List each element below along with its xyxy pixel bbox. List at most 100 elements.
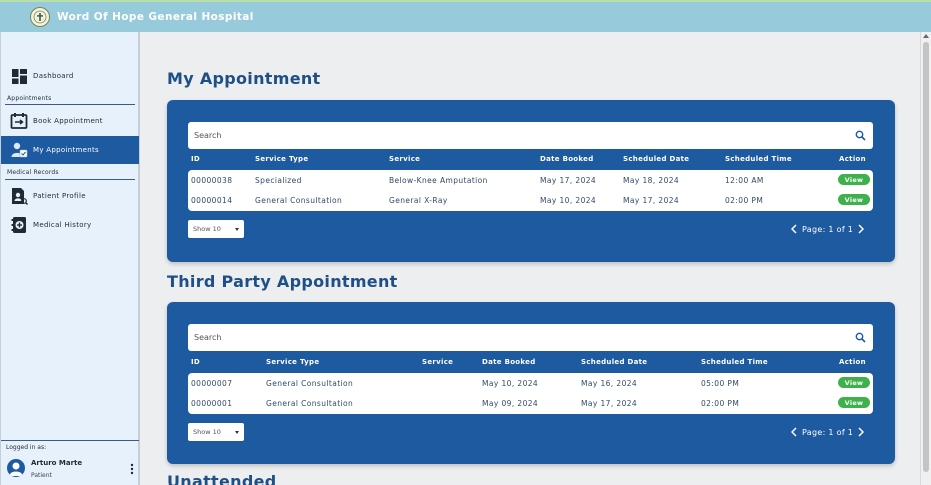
sidebar-footer: Logged in as: Arturo Marte Patient bbox=[1, 440, 139, 485]
column-header-date-booked: Date Booked bbox=[540, 155, 594, 163]
cell-service: Below-Knee Amputation bbox=[389, 176, 488, 185]
section-label-appointments: Appointments bbox=[7, 95, 52, 102]
search-icon[interactable] bbox=[855, 130, 866, 141]
column-header-service: Service bbox=[389, 155, 421, 163]
section-label-medical-records: Medical Records bbox=[7, 169, 59, 176]
cell-date-booked: May 10, 2024 bbox=[540, 196, 597, 205]
column-header-scheduled-date: Scheduled Date bbox=[623, 155, 690, 163]
cell-scheduled-time: 05:00 PM bbox=[701, 379, 740, 388]
cell-service-type: General Consultation bbox=[266, 379, 354, 388]
column-header-service-type: Service Type bbox=[255, 155, 309, 163]
cell-id: 00000014 bbox=[191, 196, 233, 205]
book-appointment-icon bbox=[10, 112, 28, 130]
third-party-search[interactable] bbox=[188, 324, 873, 351]
show-entries-select[interactable]: Show 10 bbox=[188, 220, 244, 238]
chevron-right-icon[interactable] bbox=[856, 426, 866, 438]
chevron-left-icon[interactable] bbox=[789, 223, 799, 235]
hospital-logo-icon bbox=[30, 7, 50, 27]
cell-scheduled-time: 02:00 PM bbox=[725, 196, 764, 205]
sidebar-item-patient-profile[interactable]: Patient Profile bbox=[1, 182, 139, 210]
sidebar-item-medical-history[interactable]: Medical History bbox=[1, 211, 139, 239]
page-indicator: Page: 1 of 1 bbox=[802, 224, 854, 234]
show-entries-value: Show 10 bbox=[193, 428, 221, 436]
section-title-unattended: Unattended bbox=[167, 472, 277, 485]
column-header-action: Action bbox=[839, 155, 866, 163]
sidebar-item-label: Medical History bbox=[33, 221, 92, 229]
cell-scheduled-time: 12:00 AM bbox=[725, 176, 764, 185]
table-row: 00000038 Specialized Below-Knee Amputati… bbox=[188, 170, 873, 190]
sidebar-item-my-appointments[interactable]: My Appointments bbox=[1, 136, 139, 164]
cell-service-type: Specialized bbox=[255, 176, 302, 185]
pagination: Page: 1 of 1 bbox=[789, 426, 866, 438]
section-title-third-party-appointment: Third Party Appointment bbox=[167, 272, 398, 291]
table-row: 00000001 General Consultation May 09, 20… bbox=[188, 393, 873, 413]
view-button[interactable]: View bbox=[838, 377, 870, 388]
pagination: Page: 1 of 1 bbox=[789, 223, 866, 235]
cell-date-booked: May 17, 2024 bbox=[540, 176, 597, 185]
my-appointments-icon bbox=[10, 141, 28, 159]
top-bar: Word Of Hope General Hospital bbox=[0, 0, 931, 32]
section-divider bbox=[5, 179, 135, 180]
column-header-scheduled-time: Scheduled Time bbox=[701, 358, 768, 366]
cell-scheduled-date: May 17, 2024 bbox=[623, 196, 680, 205]
table-header: ID Service Type Service Date Booked Sche… bbox=[188, 358, 873, 372]
column-header-scheduled-date: Scheduled Date bbox=[581, 358, 648, 366]
column-header-id: ID bbox=[191, 358, 201, 366]
column-header-service: Service bbox=[422, 358, 454, 366]
cell-id: 00000038 bbox=[191, 176, 233, 185]
app-title: Word Of Hope General Hospital bbox=[57, 11, 254, 23]
page-indicator: Page: 1 of 1 bbox=[802, 427, 854, 437]
user-name: Arturo Marte bbox=[31, 459, 83, 467]
search-icon[interactable] bbox=[855, 332, 866, 343]
view-button[interactable]: View bbox=[838, 397, 870, 408]
cell-date-booked: May 10, 2024 bbox=[482, 379, 539, 388]
show-entries-select[interactable]: Show 10 bbox=[188, 423, 244, 441]
table-row: 00000007 General Consultation May 10, 20… bbox=[188, 373, 873, 393]
user-role: Patient bbox=[31, 472, 52, 479]
cell-scheduled-date: May 18, 2024 bbox=[623, 176, 680, 185]
sidebar-item-book-appointment[interactable]: Book Appointment bbox=[1, 107, 139, 135]
table-body: 00000007 General Consultation May 10, 20… bbox=[188, 373, 873, 414]
logged-in-label: Logged in as: bbox=[6, 444, 47, 451]
cell-service: General X-Ray bbox=[389, 196, 448, 205]
scroll-up-arrow-icon[interactable] bbox=[923, 34, 929, 38]
patient-profile-icon bbox=[10, 187, 28, 205]
chevron-right-icon[interactable] bbox=[856, 223, 866, 235]
table-body: 00000038 Specialized Below-Knee Amputati… bbox=[188, 170, 873, 211]
section-title-my-appointment: My Appointment bbox=[167, 69, 321, 88]
sidebar-item-label: Book Appointment bbox=[33, 117, 103, 125]
cell-scheduled-date: May 16, 2024 bbox=[581, 379, 638, 388]
chevron-left-icon[interactable] bbox=[789, 426, 799, 438]
cell-id: 00000007 bbox=[191, 379, 233, 388]
user-avatar-icon bbox=[7, 459, 25, 477]
column-header-date-booked: Date Booked bbox=[482, 358, 536, 366]
column-header-service-type: Service Type bbox=[266, 358, 320, 366]
page-scrollbar[interactable] bbox=[920, 32, 931, 485]
kebab-menu-icon[interactable] bbox=[129, 463, 135, 475]
sidebar-item-label: My Appointments bbox=[33, 146, 99, 154]
search-input[interactable] bbox=[194, 131, 834, 140]
cell-service-type: General Consultation bbox=[266, 399, 354, 408]
column-header-id: ID bbox=[191, 155, 201, 163]
my-appointment-card: ID Service Type Service Date Booked Sche… bbox=[167, 100, 895, 262]
cell-service-type: General Consultation bbox=[255, 196, 343, 205]
my-appointment-search[interactable] bbox=[188, 122, 873, 149]
table-header: ID Service Type Service Date Booked Sche… bbox=[188, 155, 873, 169]
dashboard-icon bbox=[10, 67, 28, 85]
sidebar-item-label: Dashboard bbox=[33, 72, 74, 80]
view-button[interactable]: View bbox=[838, 174, 870, 185]
section-divider bbox=[5, 104, 135, 105]
search-input[interactable] bbox=[194, 333, 834, 342]
cell-scheduled-time: 02:00 PM bbox=[701, 399, 740, 408]
view-button[interactable]: View bbox=[838, 194, 870, 205]
cell-id: 00000001 bbox=[191, 399, 233, 408]
sidebar: Dashboard Appointments Book Appointment … bbox=[0, 32, 140, 485]
cell-scheduled-date: May 17, 2024 bbox=[581, 399, 638, 408]
sidebar-item-label: Patient Profile bbox=[33, 192, 86, 200]
scroll-thumb[interactable] bbox=[923, 42, 929, 472]
column-header-scheduled-time: Scheduled Time bbox=[725, 155, 792, 163]
show-entries-value: Show 10 bbox=[193, 225, 221, 233]
cell-date-booked: May 09, 2024 bbox=[482, 399, 539, 408]
sidebar-item-dashboard[interactable]: Dashboard bbox=[1, 62, 139, 90]
chevron-down-icon bbox=[235, 431, 239, 434]
